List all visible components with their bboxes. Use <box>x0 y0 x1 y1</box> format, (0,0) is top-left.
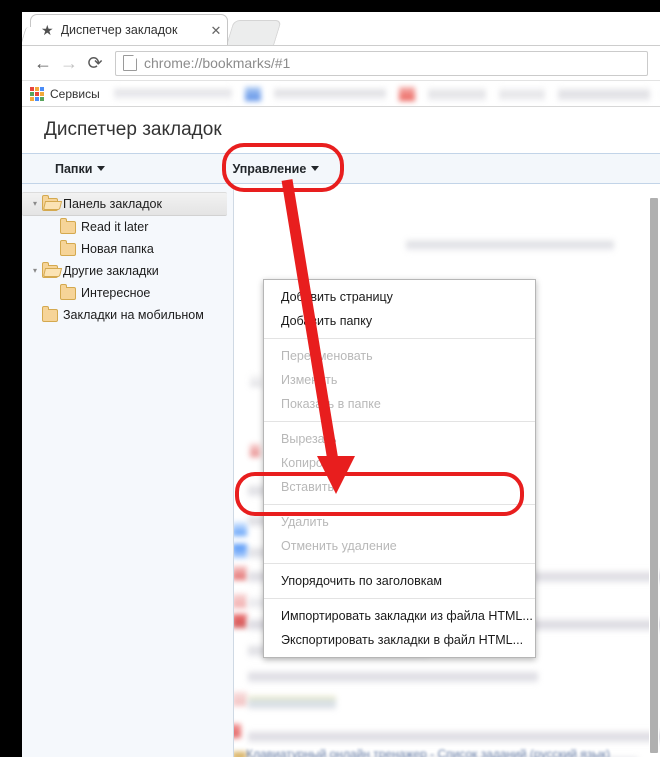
bookmark-row[interactable] <box>250 444 260 457</box>
tab-strip: ★ Диспетчер закладок ✕ <box>22 12 660 45</box>
bookmark-bar-item[interactable] <box>398 86 415 101</box>
star-icon: ★ <box>41 22 54 38</box>
bookmark-bar-item[interactable] <box>244 86 261 101</box>
folder-open-icon <box>42 194 58 211</box>
bookmark-row-last[interactable]: Клавиатурный онлайн тренажер - Список за… <box>246 747 610 757</box>
chevron-down-icon[interactable]: ▾ <box>28 200 42 208</box>
close-icon[interactable]: ✕ <box>207 24 225 37</box>
favicon <box>234 614 247 628</box>
favicon <box>234 566 247 580</box>
bookmark-bar-item[interactable] <box>427 86 486 101</box>
sidebar-item-new-folder[interactable]: Новая папка <box>22 238 233 260</box>
favicon <box>234 522 247 536</box>
sidebar-item-bookmarks-bar[interactable]: ▾ Панель закладок <box>22 192 227 216</box>
bookmark-manager-page: Диспетчер закладок Папки Управление ▾ Па… <box>22 106 660 757</box>
reload-button[interactable]: ⟳ <box>82 50 108 76</box>
menu-separator <box>264 421 535 422</box>
forward-button[interactable]: → <box>56 50 82 76</box>
folder-icon <box>60 239 76 256</box>
scrollbar-thumb[interactable] <box>650 198 658 753</box>
bookmark-row[interactable] <box>250 374 262 387</box>
menu-item-edit: Изменить <box>281 373 338 387</box>
favicon <box>234 692 247 706</box>
chevron-down-icon[interactable]: ▾ <box>28 267 42 275</box>
chevron-down-icon <box>97 166 106 171</box>
menu-item-export-bookmarks[interactable]: Экспортировать закладки в файл HTML... <box>264 628 535 652</box>
sidebar-item-label: Панель закладок <box>63 197 162 211</box>
sidebar-item-label: Другие закладки <box>63 264 159 278</box>
folder-open-icon <box>42 261 58 278</box>
menu-separator <box>264 504 535 505</box>
menu-item-undo-delete: Отменить удаление <box>281 539 397 553</box>
apps-label[interactable]: Сервисы <box>50 87 100 101</box>
menu-separator <box>264 338 535 339</box>
bookmark-row[interactable] <box>248 670 538 683</box>
sidebar-item-label: Закладки на мобильном <box>63 308 204 322</box>
bookmark-row[interactable] <box>406 239 614 252</box>
sidebar-item-label: Read it later <box>81 220 149 234</box>
bookmarks-bar: Сервисы <box>22 80 660 106</box>
browser-tab-bookmark-manager[interactable]: ★ Диспетчер закладок ✕ <box>30 14 228 45</box>
favicon <box>234 594 247 608</box>
bookmark-manager-toolbar: Папки Управление <box>22 153 660 184</box>
content-scrollbar[interactable] <box>649 184 659 757</box>
menu-item-show-in-folder: Показать в папке <box>281 397 381 411</box>
bookmark-bar-item[interactable] <box>557 86 650 101</box>
organize-dropdown-menu[interactable]: Добавить страницу Добавить папку Переиме… <box>263 279 536 658</box>
address-bar-url: chrome://bookmarks/#1 <box>144 55 291 71</box>
page-title: Диспетчер закладок <box>44 119 222 140</box>
document-icon <box>123 55 137 71</box>
organize-menu-label: Управление <box>232 161 307 176</box>
menu-item-import-bookmarks[interactable]: Импортировать закладки из файла HTML... <box>264 604 535 628</box>
folder-icon <box>60 283 76 300</box>
sidebar-item-other-bookmarks[interactable]: ▾ Другие закладки <box>22 260 233 282</box>
folder-icon <box>42 305 58 322</box>
menu-item-copy: Копировать <box>281 456 349 470</box>
menu-separator <box>264 598 535 599</box>
browser-window: ★ Диспетчер закладок ✕ ← → ⟳ chrome://bo… <box>22 12 660 757</box>
apps-grid-icon[interactable] <box>30 86 44 101</box>
bookmark-bar-item[interactable] <box>498 86 545 101</box>
menu-item-delete: Удалить <box>281 515 329 529</box>
bookmark-row[interactable] <box>248 696 336 709</box>
folder-tree-sidebar: ▾ Панель закладок Read it later Новая па… <box>22 184 234 757</box>
address-bar[interactable]: chrome://bookmarks/#1 <box>115 50 648 76</box>
bookmark-row[interactable] <box>248 730 660 743</box>
sidebar-item-interesting[interactable]: Интересное <box>22 282 233 304</box>
sidebar-item-read-it-later[interactable]: Read it later <box>22 216 233 238</box>
chevron-down-icon <box>311 166 320 171</box>
menu-item-sort-by-title[interactable]: Упорядочить по заголовкам <box>264 569 535 593</box>
menu-item-add-page[interactable]: Добавить страницу <box>264 285 535 309</box>
folders-menu-label: Папки <box>55 161 93 176</box>
back-button[interactable]: ← <box>30 50 56 76</box>
favicon <box>234 724 241 738</box>
bookmark-bar-item[interactable] <box>113 86 232 101</box>
menu-item-cut: Вырезать <box>281 432 337 446</box>
sidebar-item-label: Интересное <box>81 286 151 300</box>
sidebar-item-mobile-bookmarks[interactable]: Закладки на мобильном <box>22 304 233 326</box>
organize-menu-button[interactable]: Управление <box>232 161 320 176</box>
tab-title: Диспетчер закладок <box>60 23 178 37</box>
folder-icon <box>60 217 76 234</box>
folders-menu-button[interactable]: Папки <box>55 161 106 176</box>
bookmark-manager-header: Диспетчер закладок <box>22 107 660 153</box>
sidebar-item-label: Новая папка <box>81 242 154 256</box>
menu-separator <box>264 563 535 564</box>
browser-toolbar: ← → ⟳ chrome://bookmarks/#1 <box>22 45 660 80</box>
menu-item-add-folder[interactable]: Добавить папку <box>264 309 535 333</box>
menu-item-paste: Вставить <box>281 480 334 494</box>
new-tab-button[interactable] <box>226 20 282 45</box>
menu-item-rename: Переименовать <box>281 349 373 363</box>
bookmark-bar-item[interactable] <box>273 86 386 101</box>
favicon <box>234 544 247 558</box>
